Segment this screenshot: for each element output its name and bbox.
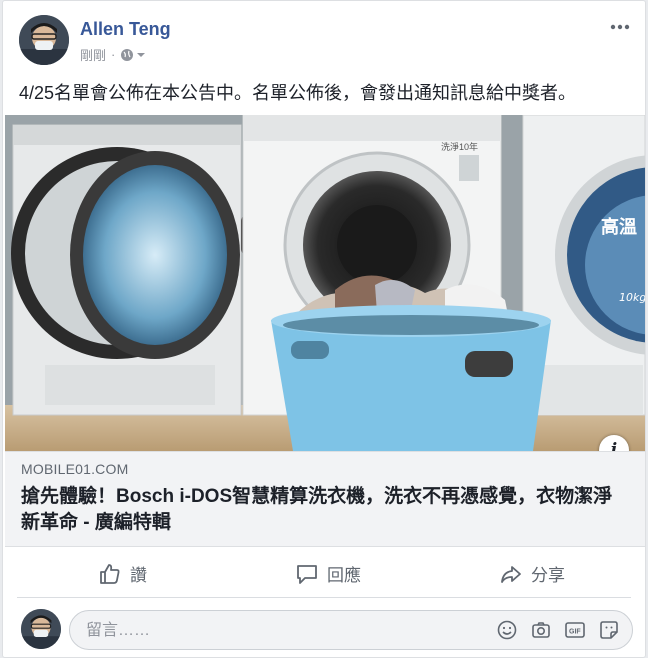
- link-preview-image[interactable]: 洗淨10年 高溫 10kg: [5, 115, 645, 451]
- emoji-icon[interactable]: [496, 619, 518, 641]
- camera-icon[interactable]: [530, 619, 552, 641]
- sticker-icon[interactable]: [598, 619, 620, 641]
- share-label: 分享: [531, 566, 565, 585]
- comment-composer: GIF: [3, 605, 645, 657]
- machine-label: 洗淨10年: [441, 141, 478, 152]
- author-avatar[interactable]: [19, 15, 69, 65]
- meta-separator: ·: [111, 47, 116, 62]
- svg-text:GIF: GIF: [569, 629, 581, 636]
- like-label: 讚: [130, 566, 147, 585]
- gif-icon[interactable]: GIF: [564, 619, 586, 641]
- share-button[interactable]: 分享: [499, 561, 565, 586]
- link-preview-box[interactable]: MOBILE01.COM 搶先體驗！Bosch i-DOS智慧精算洗衣機，洗衣不…: [5, 451, 645, 547]
- photo-text-high-temp: 高溫: [601, 216, 637, 238]
- action-bar: 讚 回應 分享: [3, 553, 645, 595]
- globe-icon[interactable]: [120, 48, 146, 62]
- like-button[interactable]: 讚: [98, 561, 147, 586]
- post-timestamp[interactable]: 剛剛: [80, 45, 106, 64]
- more-options-icon[interactable]: [609, 17, 631, 37]
- comment-bubble-icon: [297, 564, 317, 584]
- post-text: 4/25名單會公佈在本公告中。名單公佈後，會發出通知訊息給中獎者。: [19, 83, 577, 103]
- chevron-down-icon: [137, 52, 146, 57]
- comment-tools: GIF: [496, 619, 620, 641]
- divider: [17, 597, 631, 598]
- share-arrow-icon: [501, 565, 521, 583]
- comment-label: 回應: [327, 566, 361, 585]
- comment-input-wrapper[interactable]: GIF: [69, 610, 633, 650]
- link-domain: MOBILE01.COM: [21, 461, 129, 477]
- photo-text-capacity: 10kg: [619, 291, 645, 304]
- author-name[interactable]: Allen Teng: [80, 19, 171, 40]
- commenter-avatar[interactable]: [21, 609, 61, 649]
- comment-button[interactable]: 回應: [295, 561, 361, 586]
- post-header: Allen Teng 剛剛 ·: [3, 1, 645, 71]
- thumbs-up-icon: [100, 563, 120, 584]
- post-card: Allen Teng 剛剛 · 4/25名單會公佈在本公告中。名單公佈後，會發出…: [2, 0, 646, 658]
- link-title[interactable]: 搶先體驗！Bosch i-DOS智慧精算洗衣機，洗衣不再憑感覺，衣物潔淨新革命 …: [21, 484, 631, 536]
- comment-input[interactable]: [84, 619, 468, 643]
- post-meta: 剛剛 ·: [80, 45, 146, 64]
